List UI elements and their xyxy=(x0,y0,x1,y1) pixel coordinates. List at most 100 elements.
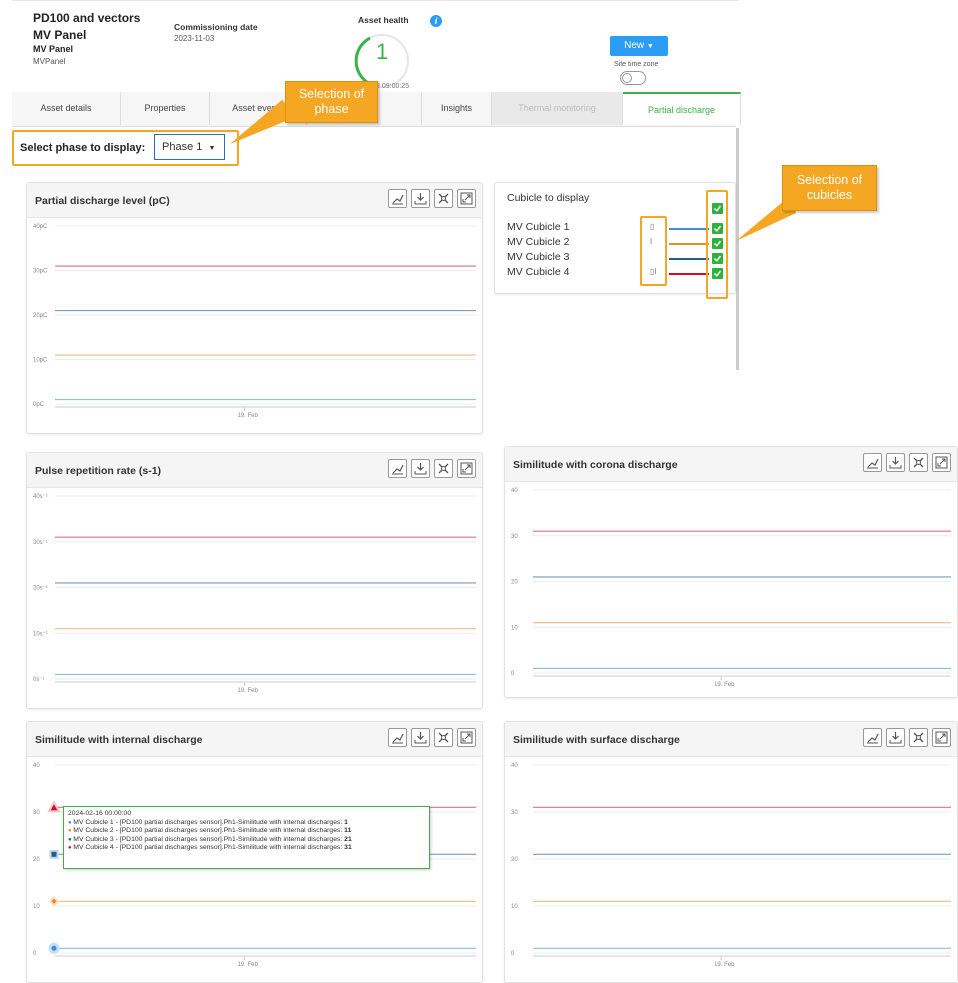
phase-label: Select phase to display: xyxy=(20,142,146,154)
health-value: 1 xyxy=(376,39,389,64)
line-chart-icon xyxy=(392,194,404,205)
y-tick-label: 10 xyxy=(511,625,518,631)
tab-properties[interactable]: Properties xyxy=(121,92,210,125)
chevron-down-icon: ▼ xyxy=(208,145,216,152)
y-tick-label: 40 xyxy=(511,488,518,494)
y-tick-label: 40 xyxy=(511,763,518,769)
download-icon xyxy=(414,732,427,744)
download-button[interactable] xyxy=(411,189,430,208)
toggle-knob xyxy=(622,73,632,83)
data-point-marker[interactable] xyxy=(48,942,60,954)
commissioning-label: Commissioning date xyxy=(174,22,258,32)
chart-surface: 0 10 20 30 40 19. Feb xyxy=(511,763,951,968)
site-timezone-label: Site time zone xyxy=(614,61,659,68)
settings-icon xyxy=(438,732,449,743)
line-chart-button[interactable] xyxy=(863,728,882,747)
tooltip-date: 2024-02-16 00:00:00 xyxy=(68,810,132,817)
new-button[interactable]: New ▼ xyxy=(610,36,668,56)
y-tick-label: 30 xyxy=(511,810,518,816)
icon-highlight-box xyxy=(640,216,667,286)
y-tick-label: 20 xyxy=(511,857,518,863)
phase-select-value: Phase 1 xyxy=(162,141,203,153)
chart-toolbar xyxy=(863,453,951,472)
expand-button[interactable] xyxy=(932,728,951,747)
y-tick-label: 30 xyxy=(511,534,518,540)
x-tick-label: 19. Feb xyxy=(714,962,735,968)
download-button[interactable] xyxy=(886,728,905,747)
tooltip-row: ● MV Cubicle 1 - [PD100 partial discharg… xyxy=(68,819,425,828)
line-chart-icon xyxy=(392,464,404,475)
expand-icon xyxy=(460,731,473,744)
settings-button[interactable] xyxy=(909,453,928,472)
y-tick-label: 30s⁻¹ xyxy=(33,540,48,546)
y-tick-label: 10 xyxy=(33,904,40,910)
x-tick-label: 19. Feb xyxy=(237,962,258,968)
tooltip-row: ● MV Cubicle 2 - [PD100 partial discharg… xyxy=(68,827,425,836)
y-tick-label: 20 xyxy=(33,857,40,863)
download-button[interactable] xyxy=(411,728,430,747)
data-point-marker[interactable] xyxy=(48,895,60,907)
download-icon xyxy=(889,457,902,469)
panel-code: MVPanel xyxy=(33,57,66,66)
settings-button[interactable] xyxy=(434,189,453,208)
download-icon xyxy=(414,193,427,205)
y-tick-label: 20s⁻¹ xyxy=(33,586,48,592)
cubicle-panel: Cubicle to display MV Cubicle 1 ▯ MV Cubic… xyxy=(494,182,736,294)
expand-button[interactable] xyxy=(457,189,476,208)
series-color-swatch xyxy=(669,243,709,245)
series-color-swatch xyxy=(669,273,709,275)
line-chart-icon xyxy=(867,733,879,744)
y-tick-label: 0pC xyxy=(33,402,45,408)
expand-button[interactable] xyxy=(457,459,476,478)
y-tick-label: 0 xyxy=(511,671,515,677)
y-tick-label: 10 xyxy=(511,904,518,910)
panel-title: MV Panel xyxy=(33,28,87,42)
tab-partial-discharge[interactable]: Partial discharge xyxy=(623,92,741,125)
line-chart-icon xyxy=(867,458,879,469)
chart-toolbar xyxy=(388,459,476,478)
line-chart-button[interactable] xyxy=(863,453,882,472)
expand-button[interactable] xyxy=(457,728,476,747)
chart-toolbar xyxy=(388,189,476,208)
download-icon xyxy=(889,732,902,744)
data-point-marker[interactable] xyxy=(47,800,61,813)
tooltip-text: MV Cubicle 2 - [PD100 partial discharges… xyxy=(73,827,345,835)
chart-corona: 0 10 20 30 40 19. Feb xyxy=(511,488,951,688)
chart-title: Partial discharge level (pC) xyxy=(35,195,170,207)
chart-pd-level: 0pC 10pC 20pC 30pC 40pC 19. Feb xyxy=(33,224,476,419)
tab-thermal-monitoring: Thermal monitoring xyxy=(492,92,623,125)
scrollbar[interactable] xyxy=(736,128,739,370)
data-point-marker[interactable] xyxy=(49,849,59,859)
panel-subtitle: MV Panel xyxy=(33,44,74,54)
health-timestamp: 2 09:00:25 xyxy=(376,83,410,90)
tooltip-value: 11 xyxy=(344,827,352,835)
line-chart-button[interactable] xyxy=(388,189,407,208)
download-button[interactable] xyxy=(411,459,430,478)
x-tick-label: 19. Feb xyxy=(237,413,258,419)
chart-internal: 0 10 20 30 40 19. Feb xyxy=(33,763,476,968)
tab-insights[interactable]: Insights xyxy=(422,92,492,125)
site-timezone-toggle[interactable] xyxy=(620,71,646,85)
settings-icon xyxy=(913,457,924,468)
expand-button[interactable] xyxy=(932,453,951,472)
settings-button[interactable] xyxy=(909,728,928,747)
chevron-down-icon: ▼ xyxy=(646,43,654,50)
y-tick-label: 40pC xyxy=(33,224,48,230)
settings-button[interactable] xyxy=(434,728,453,747)
line-chart-button[interactable] xyxy=(388,728,407,747)
expand-icon xyxy=(935,456,948,469)
phase-select[interactable]: Phase 1 ▼ xyxy=(154,134,225,160)
y-tick-label: 30 xyxy=(33,810,40,816)
line-chart-icon xyxy=(392,733,404,744)
tab-asset-details[interactable]: Asset details xyxy=(12,92,121,125)
chart-panel-corona: Similitude with corona discharge 0 10 20 30… xyxy=(504,446,958,698)
y-tick-label: 40 xyxy=(33,763,40,769)
download-button[interactable] xyxy=(886,453,905,472)
settings-button[interactable] xyxy=(434,459,453,478)
expand-icon xyxy=(460,462,473,475)
asset-title: PD100 and vectors xyxy=(33,11,141,25)
chart-title: Pulse repetition rate (s-1) xyxy=(35,465,162,477)
info-icon[interactable]: i xyxy=(430,15,442,27)
expand-icon xyxy=(460,192,473,205)
line-chart-button[interactable] xyxy=(388,459,407,478)
